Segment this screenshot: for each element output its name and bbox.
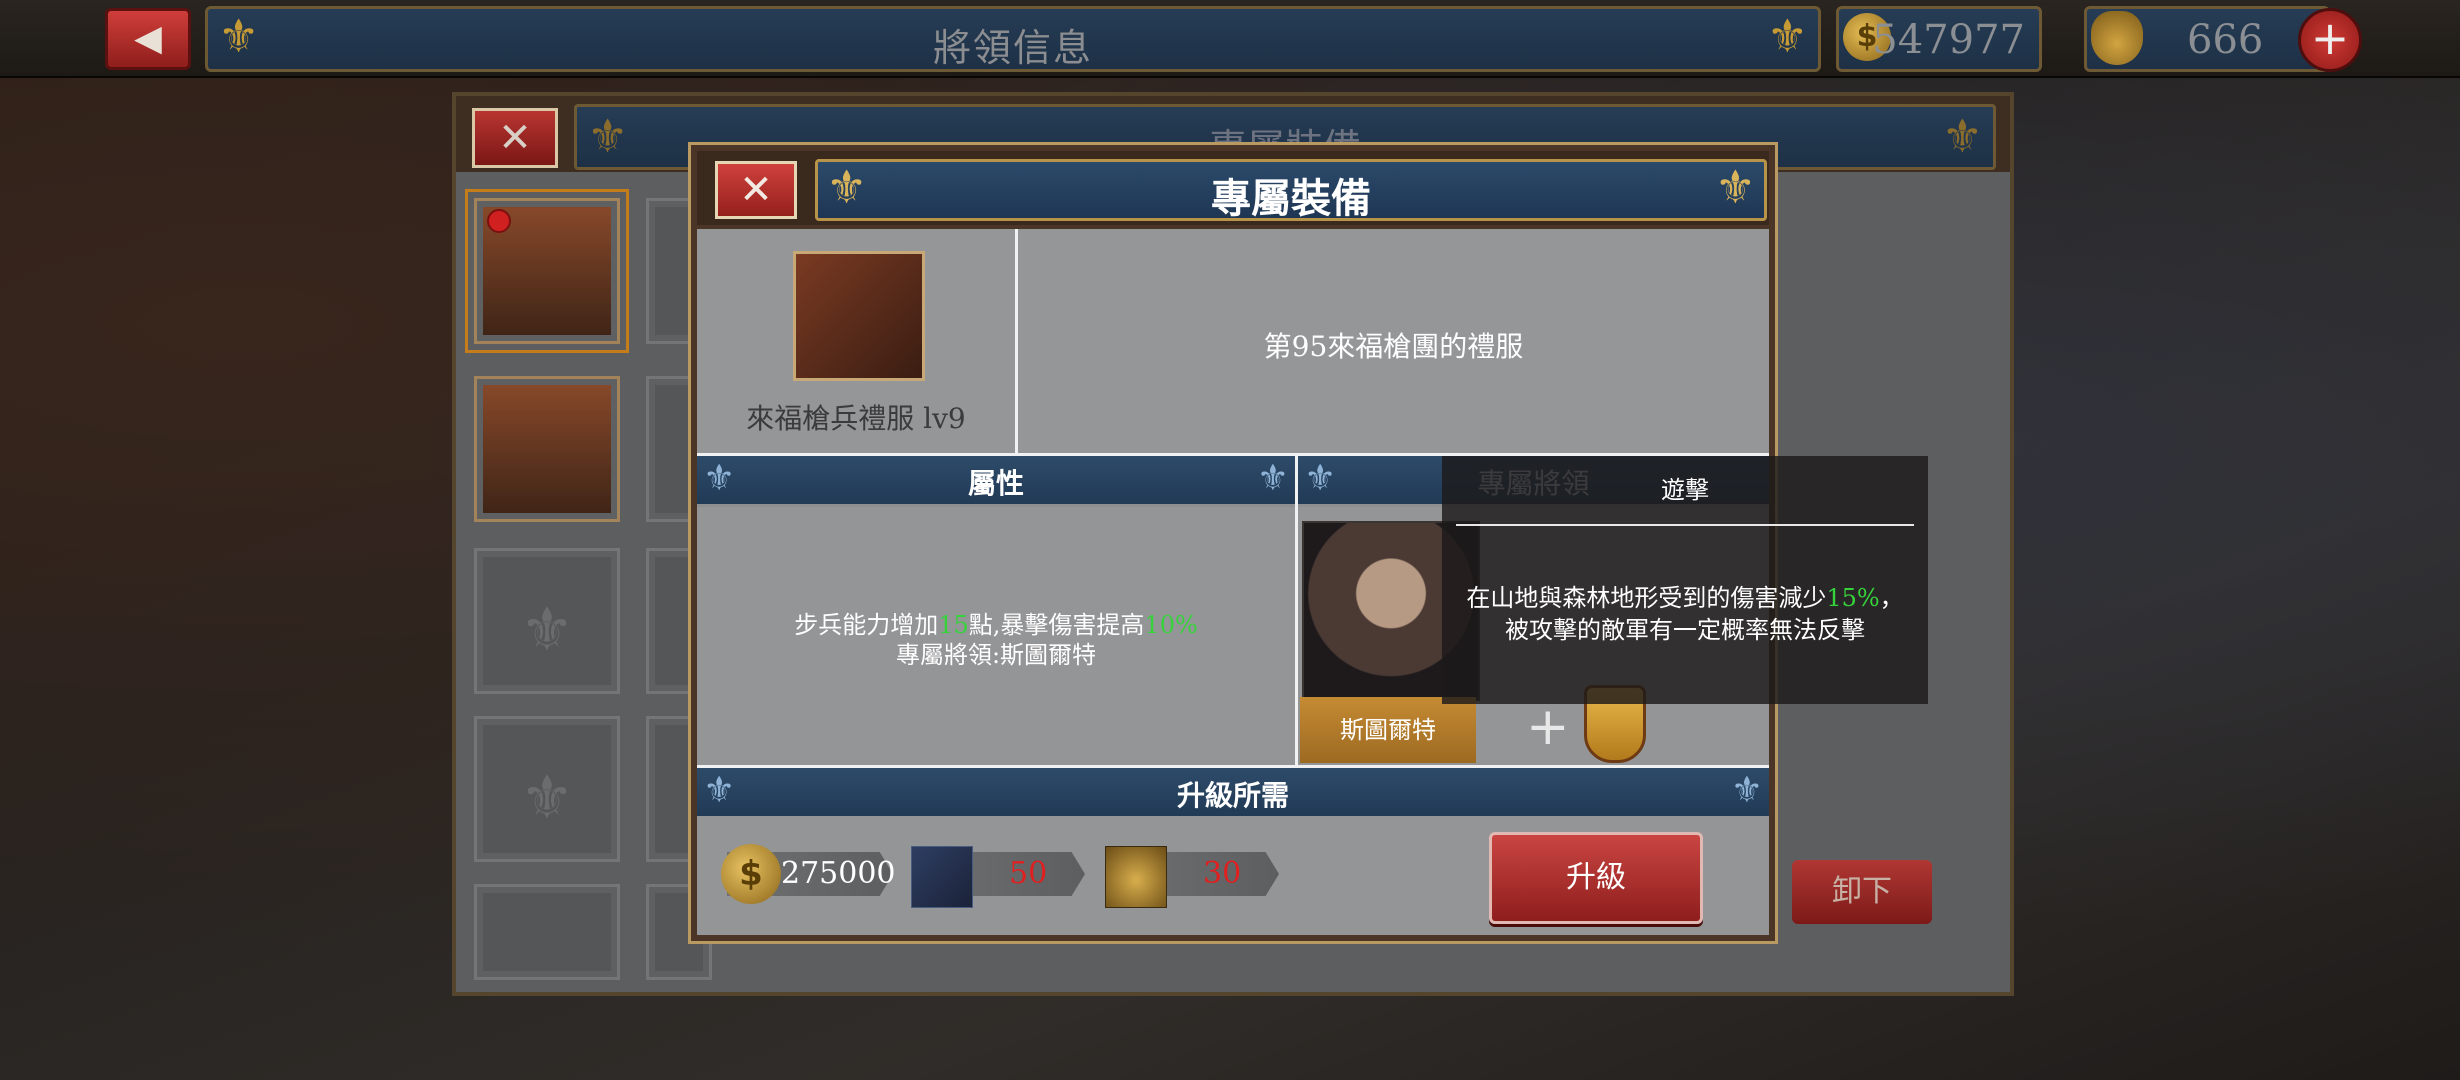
item-description-box: 第95來福槍團的禮服 [1018,229,1769,453]
attribute-header: ⚜ 屬性 ⚜ [697,456,1295,504]
page-title: 將領信息 [932,26,1093,70]
add-currency-button[interactable]: + [2298,8,2362,72]
item-description: 第95來福槍團的禮服 [1263,330,1524,363]
tooltip-value: 15% [1826,584,1880,612]
equipment-slot-empty[interactable]: ⚜ [474,548,620,694]
requirement-header-label: 升級所需 [1176,779,1289,812]
fleur-icon: ⚜ [1730,770,1763,811]
tooltip-divider [1456,524,1914,526]
equipment-slot-uniform[interactable] [465,189,629,353]
coin-value: 547977 [1872,17,2025,63]
title-bar: ⚜ 將領信息 ⚜ [205,6,1821,72]
equipment-slot-empty[interactable]: ⚜ [474,716,620,862]
fleur-icon: ⚜ [520,763,574,833]
medal-value: 666 [2187,17,2264,63]
coin-cost-value: 275000 [781,856,896,891]
close-button[interactable]: ✕ [715,161,797,219]
requirement-header: ⚜ 升級所需 ⚜ [697,768,1769,816]
attribute-line-2: 專屬將領:斯圖爾特 [895,641,1097,669]
notification-dot [487,209,511,233]
general-name: 斯圖爾特 [1300,697,1476,763]
uniform-icon [793,251,925,381]
medal-cost-value: 30 [1203,856,1242,891]
ingot-cost-value: 50 [1009,856,1048,891]
modal-header: ✕ ⚜ 專屬裝備 ⚜ [697,151,1769,225]
fleur-icon: ⚜ [1256,458,1289,499]
medal-counter: 666 [2084,6,2330,72]
tooltip-description: 在山地與森林地形受到的傷害減少15%，被攻擊的敵軍有一定概率無法反擊 [1460,582,1910,646]
item-name: 來福槍兵禮服 lv9 [746,402,966,435]
attribute-body: 步兵能力增加15點,暴擊傷害提高10% 專屬將領:斯圖爾特 [697,507,1295,765]
skill-tooltip: 遊擊 在山地與森林地形受到的傷害減少15%，被攻擊的敵軍有一定概率無法反擊 [1442,456,1928,704]
modal-title-bar: ⚜ 專屬裝備 ⚜ [815,159,1767,222]
medal-icon [2091,11,2143,65]
fleur-icon: ⚜ [520,595,574,665]
equipment-slot-empty[interactable] [474,884,620,980]
coin-icon: $ [721,844,781,904]
back-button[interactable]: ◀ [105,8,191,70]
fleur-icon: ⚜ [1941,109,1983,163]
medal-icon [1105,846,1167,908]
fleur-icon: ⚜ [1766,9,1808,63]
tooltip-text: 在山地與森林地形受到的傷害減少 [1466,584,1827,612]
upgrade-button[interactable]: 升級 [1489,832,1703,924]
fleur-icon: ⚜ [1714,160,1756,214]
silver-ingot-icon [911,846,973,908]
tooltip-title: 遊擊 [1661,476,1709,504]
top-bar: ◀ ⚜ 將領信息 ⚜ $ 547977 666 + [0,0,2460,78]
plus-icon: + [1526,697,1570,757]
modal-title: 專屬裝備 [1211,175,1371,222]
attribute-header-label: 屬性 [967,467,1024,500]
uninstall-button[interactable]: 卸下 [1792,860,1932,924]
requirement-body: $ 275000 50 30 升級 [697,816,1769,935]
coin-counter: $ 547977 [1836,6,2042,72]
item-info: 來福槍兵禮服 lv9 [697,229,1015,453]
back-panel-close-button[interactable]: ✕ [472,108,558,168]
equipment-slot-rifle[interactable] [474,376,620,522]
